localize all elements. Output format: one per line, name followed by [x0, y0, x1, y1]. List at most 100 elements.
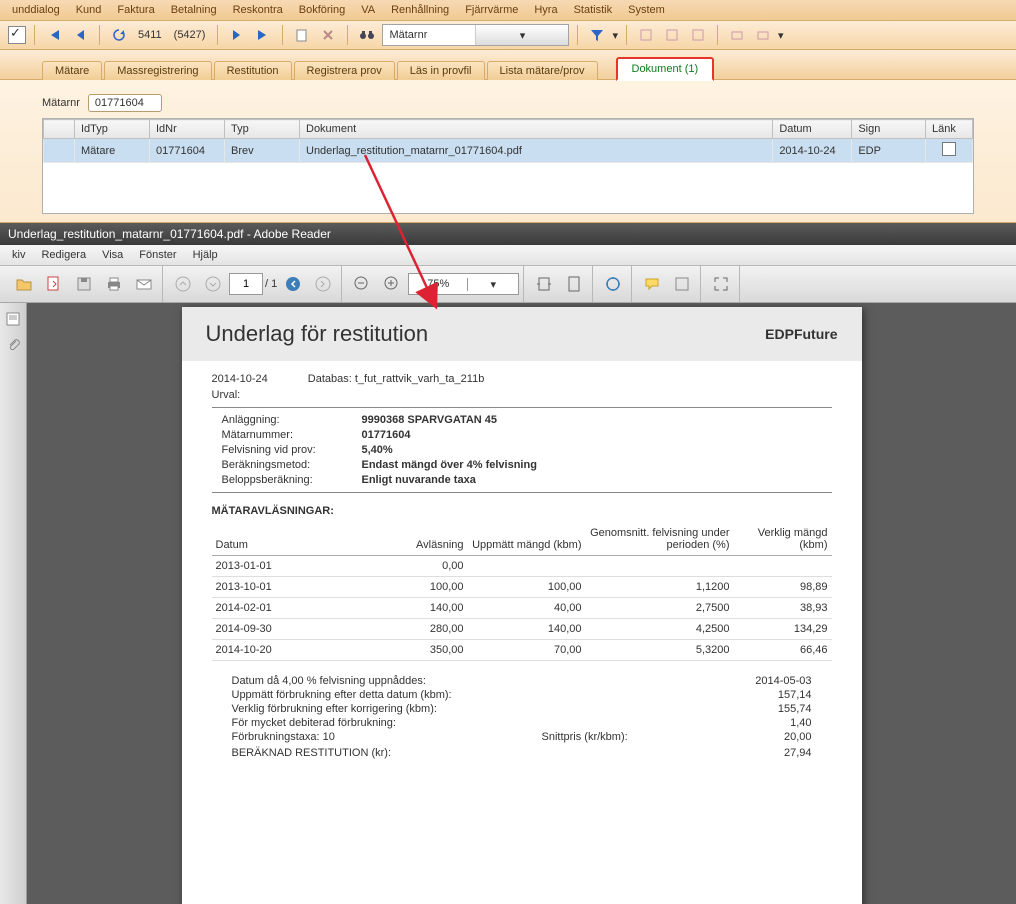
- pdf-info-block: Anläggning:9990368 SPARVGATAN 45 Mätarnu…: [222, 414, 832, 486]
- zoom-out-icon[interactable]: [348, 270, 376, 298]
- readings-table: Datum Avläsning Uppmätt mängd (kbm) Geno…: [212, 523, 832, 661]
- col-selector[interactable]: [44, 120, 75, 139]
- tab-restitution[interactable]: Restitution: [214, 61, 292, 80]
- menu-faktura[interactable]: Faktura: [109, 2, 162, 18]
- adobe-menu-redigera[interactable]: Redigera: [33, 247, 94, 263]
- pdf-section-title: MÄTARAVLÄSNINGAR:: [212, 505, 832, 517]
- zoom-dropdown[interactable]: 75%▾: [408, 273, 519, 295]
- adobe-body: Underlag för restitution EDPFuture 2014-…: [0, 303, 1016, 904]
- attachments-icon[interactable]: [5, 337, 21, 353]
- cell-idtyp: Mätare: [75, 139, 150, 163]
- chevron-down-icon[interactable]: ▾: [475, 25, 568, 45]
- tool-dropdown-arrow[interactable]: ▾: [778, 29, 784, 42]
- page-up-icon[interactable]: [169, 270, 197, 298]
- col-datum[interactable]: Datum: [773, 120, 852, 139]
- tool-icon-1[interactable]: [635, 24, 657, 46]
- nav-next[interactable]: [226, 24, 248, 46]
- cell-sign: EDP: [852, 139, 926, 163]
- adobe-toolbar: / 1 75%▾: [0, 266, 1016, 303]
- readings-row: 2013-01-010,00: [212, 556, 832, 577]
- toolbar-checkbox[interactable]: [8, 26, 26, 44]
- matarnr-input[interactable]: 01771604: [88, 94, 162, 112]
- print-icon[interactable]: [100, 270, 128, 298]
- menu-bokforing[interactable]: Bokföring: [291, 2, 353, 18]
- col-dokument[interactable]: Dokument: [300, 120, 773, 139]
- tab-massregistrering[interactable]: Massregistrering: [104, 61, 211, 80]
- tab-dokument[interactable]: Dokument (1): [616, 57, 715, 81]
- menu-system[interactable]: System: [620, 2, 673, 18]
- col-typ[interactable]: Typ: [225, 120, 300, 139]
- page-number-input[interactable]: [229, 273, 263, 295]
- filter-dropdown-arrow[interactable]: ▾: [612, 29, 618, 42]
- nav-first[interactable]: [43, 24, 65, 46]
- readings-row: 2014-02-01140,0040,002,750038,93: [212, 598, 832, 619]
- tools-icon[interactable]: [599, 270, 627, 298]
- col-lank[interactable]: Länk: [926, 120, 973, 139]
- tab-registrera-prov[interactable]: Registrera prov: [294, 61, 395, 80]
- menu-kund[interactable]: Kund: [68, 2, 110, 18]
- summary-row: Datum då 4,00 % felvisning uppnåddes:201…: [232, 675, 832, 687]
- tab-matare[interactable]: Mätare: [42, 61, 102, 80]
- cell-typ: Brev: [225, 139, 300, 163]
- menu-hyra[interactable]: Hyra: [526, 2, 565, 18]
- adobe-menu: kiv Redigera Visa Fönster Hjälp: [0, 245, 1016, 266]
- hand-tool-left-icon[interactable]: [279, 270, 307, 298]
- menu-renhallning[interactable]: Renhållning: [383, 2, 457, 18]
- share-icon[interactable]: [668, 270, 696, 298]
- table-row[interactable]: Mätare 01771604 Brev Underlag_restitutio…: [44, 139, 973, 163]
- open-icon[interactable]: [10, 270, 38, 298]
- cell-idnr: 01771604: [150, 139, 225, 163]
- chevron-down-icon[interactable]: ▾: [467, 278, 518, 291]
- tool-icon-2[interactable]: [661, 24, 683, 46]
- nav-last[interactable]: [252, 24, 274, 46]
- menu-reskontra[interactable]: Reskontra: [225, 2, 291, 18]
- adobe-menu-kiv[interactable]: kiv: [4, 247, 33, 263]
- nav-refresh[interactable]: [108, 24, 130, 46]
- pdf-brand: EDPFuture: [765, 326, 837, 342]
- convert-icon[interactable]: [40, 270, 68, 298]
- nav-total: (5427): [170, 29, 210, 41]
- nav-prev[interactable]: [69, 24, 91, 46]
- search-field-dropdown[interactable]: Mätarnr ▾: [382, 24, 569, 46]
- pdf-db: t_fut_rattvik_varh_ta_211b: [355, 373, 484, 385]
- menu-unddialog[interactable]: unddialog: [4, 2, 68, 18]
- tab-las-in-provfil[interactable]: Läs in provfil: [397, 61, 485, 80]
- tool-icon-5[interactable]: [752, 24, 774, 46]
- page-down-icon[interactable]: [199, 270, 227, 298]
- col-idtyp[interactable]: IdTyp: [75, 120, 150, 139]
- nav-position: 5411: [134, 29, 166, 41]
- main-menu: unddialog Kund Faktura Betalning Reskont…: [0, 0, 1016, 21]
- fit-width-icon[interactable]: [530, 270, 558, 298]
- email-icon[interactable]: [130, 270, 158, 298]
- save-icon[interactable]: [70, 270, 98, 298]
- binoculars-icon[interactable]: [356, 24, 378, 46]
- adobe-menu-hjalp[interactable]: Hjälp: [185, 247, 226, 263]
- pdf-title: Underlag för restitution: [206, 321, 429, 347]
- adobe-menu-fonster[interactable]: Fönster: [131, 247, 184, 263]
- pdf-viewport[interactable]: Underlag för restitution EDPFuture 2014-…: [27, 303, 1016, 904]
- fullscreen-icon[interactable]: [707, 270, 735, 298]
- menu-statistik[interactable]: Statistik: [566, 2, 621, 18]
- filter-icon[interactable]: [586, 24, 608, 46]
- col-idnr[interactable]: IdNr: [150, 120, 225, 139]
- summary-row: För mycket debiterad förbrukning:1,40: [232, 717, 832, 729]
- cell-lank-checkbox[interactable]: [926, 139, 973, 163]
- delete-icon[interactable]: [317, 24, 339, 46]
- col-sign[interactable]: Sign: [852, 120, 926, 139]
- matarnr-label: Mätarnr: [42, 97, 80, 109]
- hand-tool-right-icon[interactable]: [309, 270, 337, 298]
- comment-icon[interactable]: [638, 270, 666, 298]
- thumbnails-icon[interactable]: [5, 311, 21, 327]
- tool-icon-3[interactable]: [687, 24, 709, 46]
- menu-va[interactable]: VA: [353, 2, 383, 18]
- tab-lista-matare-prov[interactable]: Lista mätare/prov: [487, 61, 598, 80]
- adobe-menu-visa[interactable]: Visa: [94, 247, 131, 263]
- zoom-in-icon[interactable]: [378, 270, 406, 298]
- new-icon[interactable]: [291, 24, 313, 46]
- menu-betalning[interactable]: Betalning: [163, 2, 225, 18]
- fit-page-icon[interactable]: [560, 270, 588, 298]
- menu-fjarrvarme[interactable]: Fjärrvärme: [457, 2, 526, 18]
- tool-icon-4[interactable]: [726, 24, 748, 46]
- search-field-label: Mätarnr: [383, 29, 475, 41]
- pdf-page: Underlag för restitution EDPFuture 2014-…: [182, 307, 862, 904]
